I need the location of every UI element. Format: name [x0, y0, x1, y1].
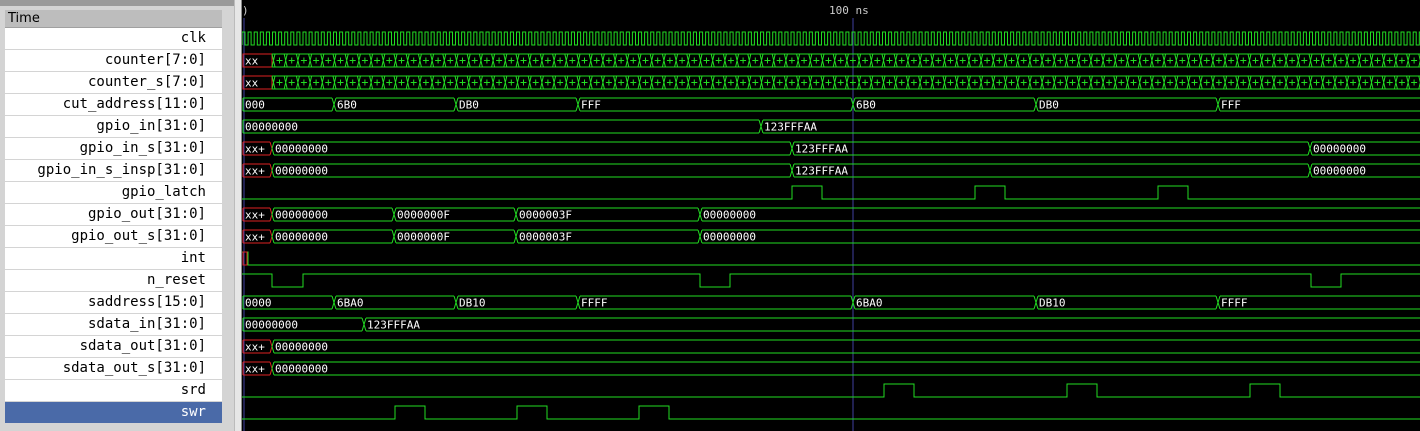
bus-value-label: FFF	[1221, 99, 1241, 112]
signal-row-swr[interactable]: swr	[5, 402, 222, 423]
signal-list: clk counter[7:0] counter_s[7:0] cut_addr…	[5, 28, 222, 424]
counter-unknown-label: xx	[245, 55, 259, 68]
bus-value-label: 0000	[245, 297, 272, 310]
time-ruler-marker-label: 100 ns	[829, 4, 869, 17]
signal-panel-header: Time	[5, 10, 222, 28]
bus-value-label: 00000000	[245, 121, 298, 134]
signal-row-n-reset[interactable]: n_reset	[5, 270, 222, 291]
signal-row-gpio-out-s[interactable]: gpio_out_s[31:0]	[5, 226, 222, 247]
bus-value-label: 123FFFAA	[795, 165, 848, 178]
bus-value-label: 00000000	[1313, 165, 1366, 178]
bus-value-label: 6BA0	[337, 297, 364, 310]
bus-value-label: FFF	[581, 99, 601, 112]
waveform-canvas[interactable]: ) 100 ns xxxx000 6B0 DB0 FFF 6B0 DB0 FFF000000…	[242, 0, 1420, 431]
signal-row-sdata-in[interactable]: sdata_in[31:0]	[5, 314, 222, 335]
signal-row-gpio-in[interactable]: gpio_in[31:0]	[5, 116, 222, 137]
bus-value-label: 00000000	[703, 231, 756, 244]
bus-value-label: 00000000	[275, 165, 328, 178]
bus-value-label: 6BA0	[856, 297, 883, 310]
signal-row-gpio-in-s[interactable]: gpio_in_s[31:0]	[5, 138, 222, 159]
bus-value-label: 123FFFAA	[367, 319, 420, 332]
signal-panel: Time clk counter[7:0] counter_s[7:0] cut…	[0, 0, 238, 431]
bus-value-label: xx+	[245, 231, 265, 244]
bus-value-label: 00000000	[275, 231, 328, 244]
bus-value-label: 00000000	[275, 143, 328, 156]
bus-value-label: 00000000	[245, 319, 298, 332]
bus-value-label: DB0	[459, 99, 479, 112]
bus-value-label: DB10	[1039, 297, 1066, 310]
bus-value-label: 00000000	[275, 209, 328, 222]
bus-value-label: FFFF	[581, 297, 608, 310]
bus-value-label: xx+	[245, 143, 265, 156]
bus-value-label: 00000000	[275, 363, 328, 376]
bus-value-label: xx+	[245, 363, 265, 376]
bus-value-label: 0000000F	[397, 209, 450, 222]
bus-value-label: 0000003F	[519, 231, 572, 244]
bus-value-label: 0000000F	[397, 231, 450, 244]
signal-row-sdata-out[interactable]: sdata_out[31:0]	[5, 336, 222, 357]
signal-panel-top-strip	[0, 0, 238, 6]
bus-value-label: 00000000	[703, 209, 756, 222]
signal-row-counter[interactable]: counter[7:0]	[5, 50, 222, 71]
bus-value-label: 00000000	[275, 341, 328, 354]
bus-value-label: 00000000	[1313, 143, 1366, 156]
signal-row-saddress[interactable]: saddress[15:0]	[5, 292, 222, 313]
signal-row-gpio-out[interactable]: gpio_out[31:0]	[5, 204, 222, 225]
bus-value-label: 0000003F	[519, 209, 572, 222]
time-ruler-start-label: )	[242, 4, 249, 17]
signal-row-cut-address[interactable]: cut_address[11:0]	[5, 94, 222, 115]
signal-row-gpio-latch[interactable]: gpio_latch	[5, 182, 222, 203]
bus-value-label: 123FFFAA	[764, 121, 817, 134]
waveform-panel[interactable]: ) 100 ns xx xx 000 6B0 DB0 FFF 6B0 DB0 FFF 000000…	[242, 0, 1420, 431]
pane-splitter[interactable]	[234, 0, 242, 431]
counter-unknown-label: xx	[245, 77, 259, 90]
bus-value-label: DB10	[459, 297, 486, 310]
signal-row-clk[interactable]: clk	[5, 28, 222, 49]
bus-value-label: xx+	[245, 165, 265, 178]
signal-row-int[interactable]: int	[5, 248, 222, 269]
signal-row-counter-s[interactable]: counter_s[7:0]	[5, 72, 222, 93]
signal-row-gpio-in-s-insp[interactable]: gpio_in_s_insp[31:0]	[5, 160, 222, 181]
bus-value-label: DB0	[1039, 99, 1059, 112]
bus-value-label: 000	[245, 99, 265, 112]
signal-row-srd[interactable]: srd	[5, 380, 222, 401]
bus-value-label: xx+	[245, 209, 265, 222]
bus-value-label: 123FFFAA	[795, 143, 848, 156]
bus-value-label: xx+	[245, 341, 265, 354]
bus-value-label: 6B0	[856, 99, 876, 112]
signal-row-sdata-out-s[interactable]: sdata_out_s[31:0]	[5, 358, 222, 379]
bus-value-label: 6B0	[337, 99, 357, 112]
bus-value-label: FFFF	[1221, 297, 1248, 310]
